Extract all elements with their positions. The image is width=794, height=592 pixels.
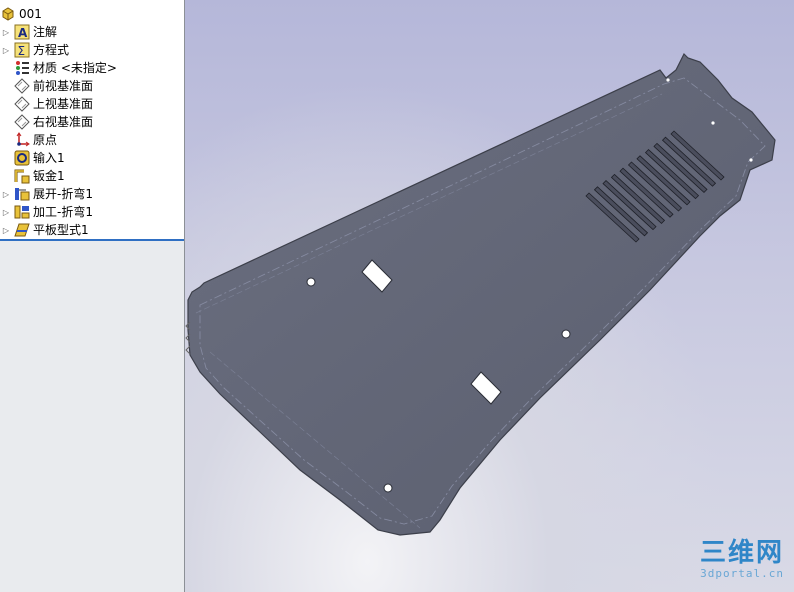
tree-item-label: 方程式 [33,43,70,57]
flat-pattern-icon [14,222,30,238]
process-bend-icon [14,204,30,220]
tree-item-label: 展开-折弯1 [33,187,93,201]
tree-item-label: 原点 [33,133,58,147]
part-outline [187,52,776,536]
tree-item-label: 注解 [33,25,58,39]
part-icon [0,6,16,22]
mounting-hole [306,277,316,287]
mounting-hole [383,483,393,493]
tree-item-label: 右视基准面 [33,115,94,129]
small-hole [711,121,715,125]
expand-arrow-icon[interactable]: ▷ [2,185,10,203]
graphics-viewport[interactable]: 三维网 3dportal.cn [185,0,794,592]
small-hole [749,158,753,162]
tree-item-label: 加工-折弯1 [33,205,93,219]
tree-item-label: 材质 <未指定> [33,61,117,75]
tree-item-equations[interactable]: ▷ Σ 方程式 [0,41,184,59]
feature-manager-tree: 001 ▷ A 注解 ▷ Σ 方程式 材质 <未指定> 前视基准面 上视基准面 [0,0,185,592]
tree-item-annotations[interactable]: ▷ A 注解 [0,23,184,41]
tree-item-top-plane[interactable]: 上视基准面 [0,95,184,113]
tree-item-flat-pattern[interactable]: ▷ 平板型式1 [0,221,184,239]
expand-arrow-icon[interactable]: ▷ [2,41,10,59]
tree-item-material[interactable]: 材质 <未指定> [0,59,184,77]
plane-icon [14,78,30,94]
annotations-icon: A [14,24,30,40]
tree-item-label: 上视基准面 [33,97,94,111]
watermark: 三维网 3dportal.cn [700,539,784,580]
tree-item-label: 平板型式1 [33,223,89,237]
sheet-metal-icon [14,168,30,184]
plane-icon [14,96,30,112]
tree-item-import[interactable]: 输入1 [0,149,184,167]
mounting-hole [561,329,571,339]
tree-item-origin[interactable]: 原点 [0,131,184,149]
tree-item-right-plane[interactable]: 右视基准面 [0,113,184,131]
tree-item-label: 钣金1 [33,169,65,183]
equations-icon: Σ [14,42,30,58]
rollback-bar[interactable] [0,239,184,241]
tree-item-process-bend[interactable]: ▷ 加工-折弯1 [0,203,184,221]
tree-root-label: 001 [19,7,42,21]
import-icon [14,150,30,166]
tree-root-part[interactable]: 001 [0,5,184,23]
material-icon [14,60,30,76]
tree-item-label: 输入1 [33,151,65,165]
plane-icon [14,114,30,130]
watermark-title: 三维网 [699,538,784,568]
panel-splitter-handle[interactable] [184,318,194,358]
expand-arrow-icon[interactable]: ▷ [2,203,10,221]
small-hole [666,78,670,82]
expand-arrow-icon[interactable]: ▷ [2,221,10,239]
unfold-icon [14,186,30,202]
tree-item-label: 前视基准面 [33,79,94,93]
tree-item-sheet-metal[interactable]: 钣金1 [0,167,184,185]
tree-item-front-plane[interactable]: 前视基准面 [0,77,184,95]
svg-text:Σ: Σ [18,44,26,58]
flat-sheet-metal-part[interactable] [185,0,794,592]
watermark-url: 3dportal.cn [700,567,784,580]
svg-text:A: A [18,26,28,40]
origin-icon [14,132,30,148]
tree-item-unfold-bend[interactable]: ▷ 展开-折弯1 [0,185,184,203]
expand-arrow-icon[interactable]: ▷ [2,23,10,41]
